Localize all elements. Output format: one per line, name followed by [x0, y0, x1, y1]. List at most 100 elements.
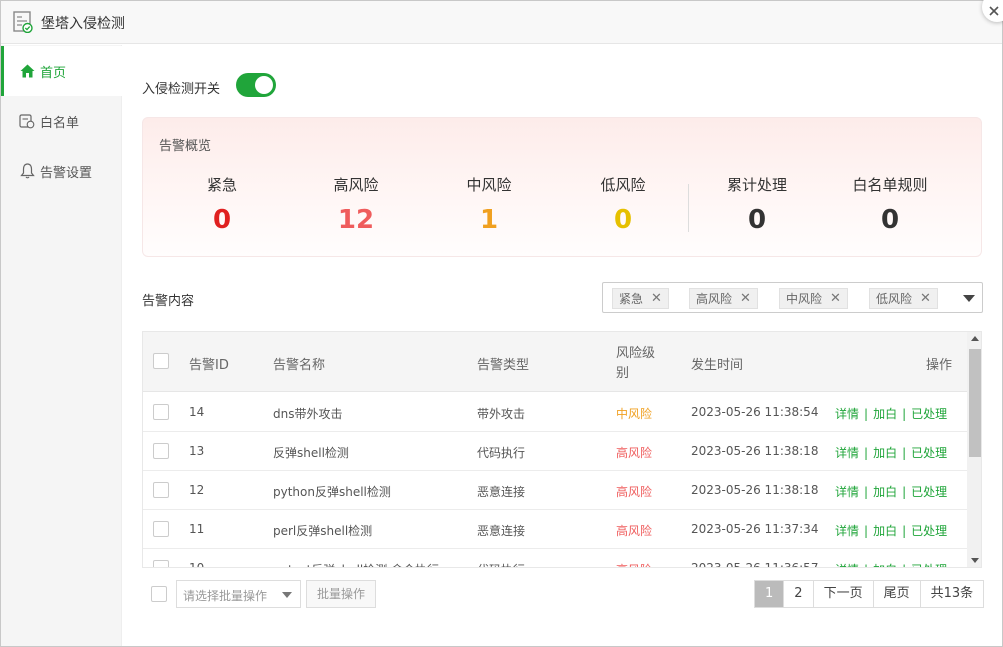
- handled-link[interactable]: 已处理: [911, 563, 947, 567]
- ops-separator: |: [864, 446, 869, 460]
- whitelist-link[interactable]: 加白: [873, 407, 897, 421]
- batch-operation-select[interactable]: 请选择批量操作: [176, 580, 301, 608]
- stat-low-risk: 低风险 0: [563, 174, 683, 235]
- cell-type: 带外攻击: [477, 407, 526, 421]
- table-scrollbar[interactable]: [967, 332, 981, 567]
- ops-separator: |: [864, 524, 869, 538]
- row-checkbox[interactable]: [153, 560, 169, 567]
- cell-risk: 高风险: [616, 485, 653, 499]
- header-time: 发生时间: [691, 358, 744, 373]
- ops-separator: |: [902, 524, 907, 538]
- select-all-checkbox[interactable]: [153, 353, 169, 369]
- cell-id: 11: [189, 522, 205, 536]
- cell-id: 14: [189, 405, 205, 419]
- alert-overview-panel: 告警概览 紧急 0 高风险 12 中风险 1 低风险 0 累计处理 0 白名单规…: [142, 117, 982, 257]
- cell-risk: 高风险: [616, 446, 653, 460]
- home-icon: [19, 63, 35, 79]
- stat-value: 1: [479, 205, 499, 235]
- row-checkbox[interactable]: [153, 443, 169, 459]
- whitelist-link[interactable]: 加白: [873, 446, 897, 460]
- cell-id: 10: [189, 561, 205, 568]
- last-page-button[interactable]: 尾页: [873, 581, 921, 607]
- intrusion-detection-window: 堡塔入侵检测 首页 白名单 告警设置 入侵检测开关 告警概览 紧急 0 高风险 …: [0, 0, 1003, 647]
- stat-label: 低风险: [600, 176, 646, 194]
- filter-tag-label: 高风险: [696, 292, 733, 306]
- cell-name: dns带外攻击: [273, 407, 343, 421]
- scroll-down-icon[interactable]: [971, 558, 979, 563]
- header-name: 告警名称: [273, 358, 326, 373]
- sidebar-item-home[interactable]: 首页: [1, 46, 122, 96]
- handled-link[interactable]: 已处理: [911, 407, 947, 421]
- cell-risk: 高风险: [616, 524, 653, 538]
- toggle-knob: [255, 76, 273, 94]
- chevron-down-icon: [282, 592, 292, 598]
- batch-operation-button[interactable]: 批量操作: [306, 580, 376, 608]
- filter-tag-label: 中风险: [786, 292, 823, 306]
- remove-tag-icon[interactable]: ✕: [830, 291, 841, 306]
- sidebar-item-label: 首页: [40, 65, 67, 81]
- whitelist-link[interactable]: 加白: [873, 524, 897, 538]
- stat-total-handled: 累计处理 0: [697, 174, 817, 235]
- handled-link[interactable]: 已处理: [911, 446, 947, 460]
- cell-name: perl反弹shell检测: [273, 524, 373, 538]
- scroll-up-icon[interactable]: [971, 336, 979, 341]
- risk-filter-select[interactable]: 紧急 ✕ 高风险 ✕ 中风险 ✕ 低风险 ✕: [602, 282, 983, 313]
- handled-link[interactable]: 已处理: [911, 485, 947, 499]
- remove-tag-icon[interactable]: ✕: [740, 291, 751, 306]
- remove-tag-icon[interactable]: ✕: [651, 291, 662, 306]
- overview-title: 告警概览: [159, 139, 212, 154]
- detail-link[interactable]: 详情: [835, 446, 859, 460]
- cell-risk: 中风险: [616, 407, 653, 421]
- cell-time: 2023-05-26 11:38:54: [691, 405, 819, 419]
- cell-id: 13: [189, 444, 205, 458]
- detail-link[interactable]: 详情: [835, 524, 859, 538]
- whitelist-link[interactable]: 加白: [873, 485, 897, 499]
- next-page-button[interactable]: 下一页: [813, 581, 874, 607]
- whitelist-link[interactable]: 加白: [873, 563, 897, 567]
- table-row: 14 dns带外攻击 带外攻击 中风险 2023-05-26 11:38:54 详情 | 加白…: [143, 393, 967, 432]
- page-2-button[interactable]: 2: [784, 581, 814, 607]
- page-1-button[interactable]: 1: [755, 581, 785, 607]
- row-checkbox[interactable]: [153, 404, 169, 420]
- detail-link[interactable]: 详情: [835, 485, 859, 499]
- total-count: 共13条: [920, 581, 984, 607]
- row-checkbox[interactable]: [153, 482, 169, 498]
- cell-type: 恶意连接: [477, 485, 526, 499]
- filter-tag: 中风险 ✕: [779, 288, 848, 309]
- stat-value: 0: [880, 205, 900, 235]
- remove-tag-icon[interactable]: ✕: [920, 291, 931, 306]
- chevron-down-icon[interactable]: [963, 295, 975, 302]
- stat-label: 紧急: [206, 176, 237, 194]
- cell-risk: 高风险: [616, 561, 652, 567]
- title-bar: 堡塔入侵检测: [1, 1, 1002, 44]
- cell-ops: 详情 | 加白 | 已处理: [835, 405, 947, 422]
- bell-icon: [19, 163, 35, 179]
- sidebar-item-whitelist[interactable]: 白名单: [1, 96, 122, 146]
- ops-separator: |: [864, 563, 868, 567]
- filter-tag-label: 紧急: [619, 292, 644, 306]
- filter-tag: 低风险 ✕: [869, 288, 938, 309]
- row-checkbox[interactable]: [153, 521, 169, 537]
- filter-tag-label: 低风险: [876, 292, 913, 306]
- sidebar-item-label: 告警设置: [40, 165, 93, 181]
- overview-divider: [688, 184, 689, 232]
- ops-separator: |: [864, 485, 869, 499]
- detection-toggle[interactable]: [236, 73, 276, 97]
- close-icon: [989, 6, 999, 16]
- detail-link[interactable]: 详情: [835, 563, 859, 567]
- alert-content-title: 告警内容: [142, 294, 195, 309]
- cell-ops: 详情 | 加白 | 已处理: [835, 522, 947, 539]
- header-ops: 操作: [926, 358, 953, 373]
- stat-label: 高风险: [333, 176, 379, 194]
- stat-value: 0: [613, 205, 633, 235]
- stat-value: 0: [747, 205, 767, 235]
- cell-type: 代码执行: [477, 561, 525, 567]
- handled-link[interactable]: 已处理: [911, 524, 947, 538]
- table-row: 10 netcat反弹shell检测 命令执行 代码执行 高风险 2023-05-26 …: [143, 549, 967, 568]
- scroll-thumb[interactable]: [969, 349, 981, 457]
- sidebar-item-alert-settings[interactable]: 告警设置: [1, 146, 122, 196]
- footer-select-checkbox[interactable]: [151, 586, 167, 602]
- detail-link[interactable]: 详情: [835, 407, 859, 421]
- cell-ops: 详情 | 加白 | 已处理: [835, 561, 947, 567]
- stat-label: 累计处理: [726, 176, 787, 194]
